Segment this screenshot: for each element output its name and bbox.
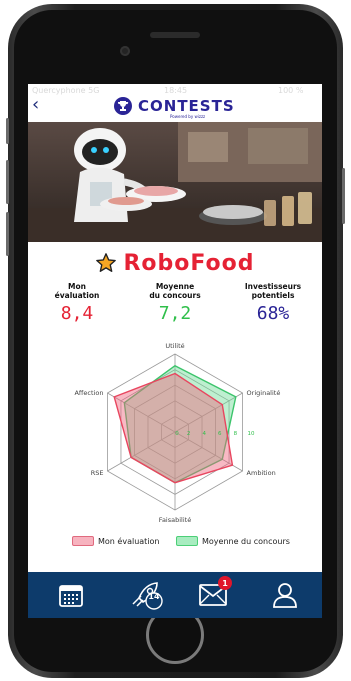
carrier-text: Quercyphone 5G [32,86,100,95]
project-title: RoboFood [123,250,255,276]
battery-text: 100 % [278,86,304,95]
bottom-tab-bar: 14 1 [28,572,322,618]
legend-label: Mon évaluation [98,536,160,546]
legend-swatch [176,536,198,546]
mute-switch [6,118,9,144]
user-icon [273,583,297,608]
radar-axis-label: RSE [91,469,104,477]
mail-tab[interactable]: 1 [198,576,232,610]
stat-label-line2: du concours [149,291,201,300]
brand-title: CONTESTS [138,97,235,115]
back-button[interactable]: ‹ [32,96,39,114]
front-camera [120,46,130,56]
app-screen: Quercyphone 5G 18:45 100 % ‹ CONTESTS Po… [28,84,322,618]
clock-text: 18:45 [164,86,188,95]
radar-tick-label: 6 [218,431,222,437]
stat-label-line1: Mon [68,282,86,291]
volume-up-button [6,160,9,204]
legend-label: Moyenne du concours [202,536,290,546]
chart-legend: Mon évaluation Moyenne du concours [28,536,322,550]
profile-tab[interactable] [270,580,300,610]
stat-label-line2: potentiels [251,291,295,300]
radar-axis-label: Originalité [247,389,281,397]
radar-axis-label: Faisabilité [159,516,191,524]
legend-item-contest-average[interactable]: Moyenne du concours [176,536,290,546]
project-title-row: RoboFood [28,248,322,278]
calendar-tab[interactable] [56,580,86,610]
rocket-tab[interactable]: 14 [126,580,166,610]
radar-axis-label: Utilité [165,342,184,350]
trophy-icon [114,97,132,115]
top-navbar: Quercyphone 5G 18:45 100 % ‹ CONTESTS Po… [28,84,322,122]
radar-axis-label: Ambition [247,469,276,477]
stat-value: 8,4 [60,303,94,324]
radar-tick-label: 4 [202,431,206,437]
radar-chart: 2 4 6 8 10 0 Utilité Originalité Ambition Faisabi… [74,342,281,524]
volume-down-button [6,212,9,256]
hero-image-robot [28,122,322,242]
star-icon[interactable] [95,252,117,274]
radar-tick-label: 0 [175,431,179,437]
radar-axis-label: Affection [74,389,103,397]
brand-logo: CONTESTS [114,96,235,116]
stat-label-line2: évaluation [54,291,100,300]
power-button [342,168,345,224]
calendar-icon [59,585,83,607]
legend-item-my-rating[interactable]: Mon évaluation [72,536,160,546]
stat-investors: Investisseurs potentiels 68% [224,282,322,324]
stat-my-rating: Mon évaluation 8,4 [28,282,126,324]
stat-value: 7,2 [158,303,192,324]
radar-tick-label: 2 [187,431,191,437]
radar-tick-label: 10 [248,431,255,437]
speaker-grille [150,32,200,38]
stat-label-line1: Investisseurs [244,282,302,291]
stat-contest-average: Moyenne du concours 7,2 [126,282,224,324]
notification-badge: 1 [218,576,232,590]
stat-value: 68% [256,303,290,324]
legend-swatch [72,536,94,546]
powered-by: Powered by wizzz [170,114,206,119]
rocket-count: 14 [148,592,160,601]
radar-tick-label: 8 [234,431,238,437]
stat-label-line1: Moyenne [155,282,195,291]
